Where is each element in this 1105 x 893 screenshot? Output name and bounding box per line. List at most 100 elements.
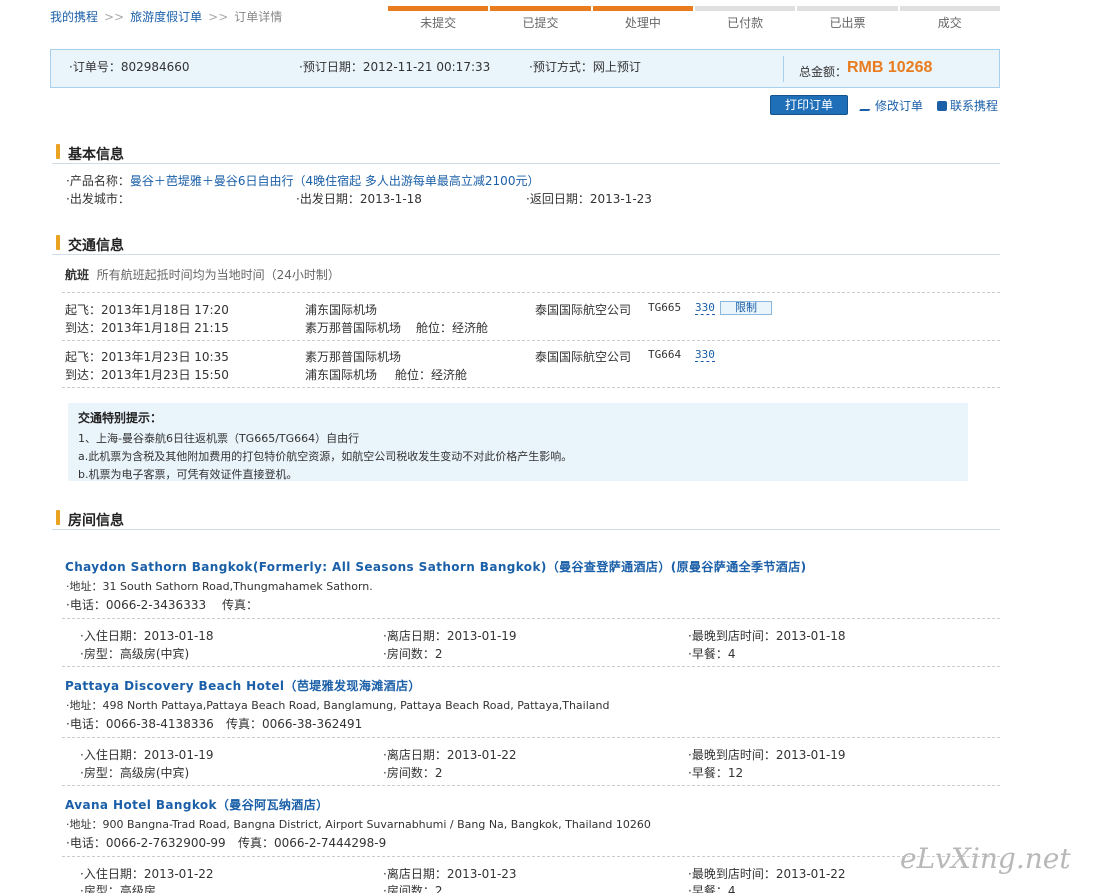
step-paid: 已付款: [694, 6, 796, 32]
step-ticketed: 已出票: [797, 6, 898, 32]
transport-notice-box: 交通特别提示： 1、上海-曼谷泰航6日往返机票（TG665/TG664）自由行 …: [68, 403, 968, 481]
flights-note: 所有航班起抵时间均为当地时间（24小时制）: [96, 268, 340, 282]
section-marker-icon: [56, 235, 60, 250]
hotel-1-checkout: ·离店日期：2013-01-19: [383, 629, 517, 643]
divider: [62, 785, 1000, 786]
watermark-logo: eLvXing.net: [900, 842, 1071, 875]
hotel-1-phone: ·电话：0066-2-3436333: [66, 598, 207, 612]
section-transport-info: 交通信息: [52, 235, 1000, 255]
flight-1-arrive: 到达：2013年1月18日 21:15: [65, 321, 229, 335]
hotel-3-name-link[interactable]: Avana Hotel Bangkok（曼谷阿瓦纳酒店）: [65, 796, 329, 813]
section-basic-info: 基本信息: [52, 144, 1000, 164]
flight-2-airline: 泰国国际航空公司: [535, 350, 632, 364]
breadcrumb: 我的携程 >> 旅游度假订单 >> 订单详情: [50, 8, 282, 25]
hotel-3-checkin: ·入住日期：2013-01-22: [80, 867, 214, 881]
divider: [62, 340, 1000, 341]
hotel-3-latest-arrival: ·最晚到店时间：2013-01-22: [688, 867, 846, 881]
hotel-3-breakfast: ·早餐：4: [688, 884, 736, 893]
flight-2-arrive: 到达：2013年1月23日 15:50: [65, 368, 229, 382]
hotel-2-breakfast: ·早餐：12: [688, 766, 744, 780]
summary-divider: [783, 56, 784, 82]
contact-label: 联系携程: [950, 99, 999, 113]
hotel-3-phone: ·电话：0066-2-7632900-99: [66, 836, 226, 850]
hotel-2-checkout: ·离店日期：2013-01-22: [383, 748, 517, 762]
notice-line: a.此机票为含税及其他附加费用的打包特价航空资源，如航空公司税收发生变动不对此价…: [78, 450, 573, 463]
divider: [62, 666, 1000, 667]
edit-order-label: 修改订单: [875, 99, 924, 113]
hotel-1-checkin: ·入住日期：2013-01-18: [80, 629, 214, 643]
notice-title: 交通特别提示：: [78, 411, 163, 425]
step-submitted: 已提交: [490, 6, 591, 32]
hotel-1-room-count: ·房间数：2: [383, 647, 443, 661]
hotel-1-fax: 传真：: [222, 598, 259, 612]
contact-ctrip-link[interactable]: 联系携程: [937, 97, 998, 114]
flight-2-cabin: 舱位：经济舱: [395, 368, 468, 382]
depart-city: ·出发城市：: [66, 192, 130, 206]
divider: [62, 292, 1000, 293]
flight-1-depart: 起飞：2013年1月18日 17:20: [65, 303, 229, 317]
order-progress-steps: 未提交 已提交 处理中 已付款 已出票 成交: [388, 6, 1000, 32]
hotel-1-room-type: ·房型：高级房(中宾): [80, 647, 190, 661]
breadcrumb-separator: >>: [104, 10, 125, 24]
section-title-text: 房间信息: [68, 513, 124, 529]
divider: [62, 737, 1000, 738]
flights-header: 航班 所有航班起抵时间均为当地时间（24小时制）: [65, 266, 340, 283]
flight-1-number: TG665: [648, 301, 682, 314]
divider: [62, 856, 1000, 857]
section-marker-icon: [56, 510, 60, 525]
order-method: ·预订方式：网上预订: [529, 60, 641, 74]
hotel-2-room-count: ·房间数：2: [383, 766, 443, 780]
section-room-info: 房间信息: [52, 510, 1000, 530]
product-label: ·产品名称：: [66, 174, 130, 188]
hotel-2-name-link[interactable]: Pattaya Discovery Beach Hotel（芭堤雅发现海滩酒店）: [65, 677, 421, 694]
section-title-text: 基本信息: [68, 147, 124, 163]
step-not-submitted: 未提交: [388, 6, 489, 32]
flight-1-to: 素万那普国际机场: [305, 321, 402, 335]
breadcrumb-home-link[interactable]: 我的携程: [50, 10, 98, 24]
hotel-2-address: ·地址：498 North Pattaya,Pattaya Beach Road…: [66, 699, 610, 712]
hotel-2-room-type: ·房型：高级房(中宾): [80, 766, 190, 780]
flight-1-restriction-button[interactable]: 限制: [720, 300, 772, 315]
breadcrumb-section-link[interactable]: 旅游度假订单: [130, 10, 202, 24]
hotel-2-phone: ·电话：0066-38-4138336: [66, 717, 214, 731]
flight-2-aircraft-link[interactable]: 330: [695, 348, 715, 362]
product-row: ·产品名称：曼谷＋芭堤雅＋曼谷6日自由行（4晚住宿起 多人出游每单最高立减210…: [66, 172, 539, 189]
total-amount: RMB 10268: [847, 59, 933, 76]
hotel-2-checkin: ·入住日期：2013-01-19: [80, 748, 214, 762]
hotel-3-fax: 传真：0066-2-7444298-9: [238, 836, 387, 850]
notice-line: b.机票为电子客票，可凭有效证件直接登机。: [78, 468, 298, 481]
order-number: ·订单号：802984660: [69, 60, 190, 74]
flight-2-from: 素万那普国际机场: [305, 350, 402, 364]
section-title-text: 交通信息: [68, 238, 124, 254]
hotel-3-room-count: ·房间数：2: [383, 884, 443, 893]
step-processing: 处理中: [592, 6, 693, 32]
flight-1-aircraft-link[interactable]: 330: [695, 301, 715, 315]
hotel-1-name-link[interactable]: Chaydon Sathorn Bangkok(Formerly: All Se…: [65, 558, 806, 575]
section-marker-icon: [56, 144, 60, 159]
flight-1-from: 浦东国际机场: [305, 303, 378, 317]
hotel-1-address: ·地址：31 South Sathorn Road,Thungmahamek S…: [66, 580, 373, 593]
hotel-3-address: ·地址：900 Bangna-Trad Road, Bangna Distric…: [66, 818, 651, 831]
pencil-icon: [859, 101, 875, 111]
flight-2-number: TG664: [648, 348, 682, 361]
hotel-2-fax: 传真：0066-38-362491: [226, 717, 363, 731]
step-completed: 成交: [899, 6, 1000, 32]
flights-label: 航班: [65, 268, 90, 282]
breadcrumb-separator: >>: [208, 10, 229, 24]
flight-2-to: 浦东国际机场: [305, 368, 378, 382]
divider: [62, 387, 1000, 388]
flight-2-depart: 起飞：2013年1月23日 10:35: [65, 350, 229, 364]
divider: [62, 618, 1000, 619]
order-summary-box: ·订单号：802984660 ·预订日期：2012-11-21 00:17:33…: [50, 49, 1000, 88]
product-name-link[interactable]: 曼谷＋芭堤雅＋曼谷6日自由行（4晚住宿起 多人出游每单最高立减2100元）: [130, 174, 540, 188]
print-order-button[interactable]: 打印订单: [770, 95, 848, 115]
edit-order-link[interactable]: 修改订单: [859, 97, 924, 114]
hotel-3-checkout: ·离店日期：2013-01-23: [383, 867, 517, 881]
total-amount-label: 总金额：: [799, 65, 848, 79]
hotel-2-latest-arrival: ·最晚到店时间：2013-01-19: [688, 748, 846, 762]
notice-line: 1、上海-曼谷泰航6日往返机票（TG665/TG664）自由行: [78, 432, 360, 445]
order-date: ·预订日期：2012-11-21 00:17:33: [299, 60, 491, 74]
flight-1-cabin: 舱位：经济舱: [416, 321, 489, 335]
hotel-1-latest-arrival: ·最晚到店时间：2013-01-18: [688, 629, 846, 643]
hotel-3-room-type: ·房型：高级房: [80, 884, 156, 893]
